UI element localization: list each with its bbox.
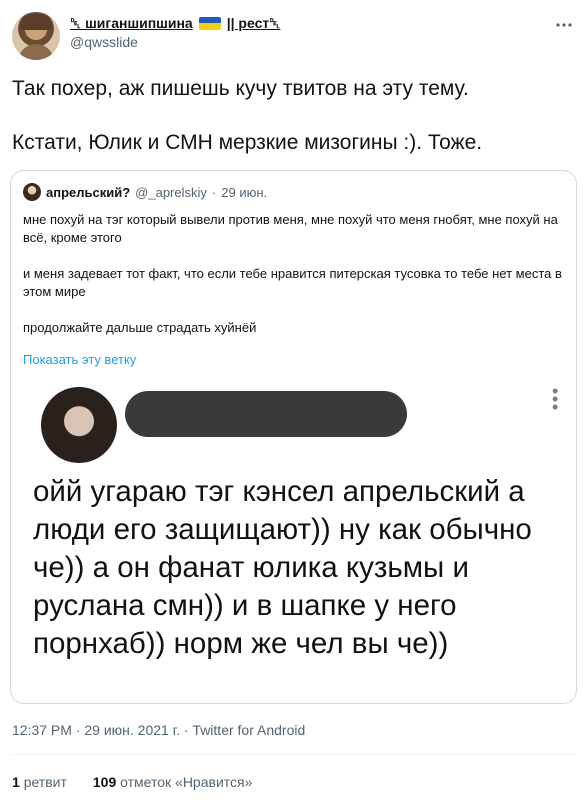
quoted-para-2: и меня задевает тот факт, что если тебе … [23,266,562,299]
author-handle[interactable]: @qwsslide [70,34,280,50]
quoted-tweet-date: 29 июн. [221,184,268,200]
tweet-line-2: Кстати, Юлик и СМН мерзкие мизогины :). … [12,131,483,154]
quoted-author-handle: @_aprelskiy [135,184,207,200]
likes-count: 109 [92,774,117,790]
retweets-stat[interactable]: 1 ретвит [12,774,67,790]
tweet-line-1: Так похер, аж пишешь кучу твитов на эту … [12,77,469,100]
quoted-tweet[interactable]: апрельский? @_aprelskiy · 29 июн. мне по… [10,170,577,704]
avatar-hat-shape [20,14,52,30]
quoted-tweet-body: мне похуй на тэг который вывели против м… [23,211,563,355]
author-name-suffix: || рест␡ [226,15,281,31]
screenshot-avatar [41,387,117,463]
ukraine-flag-icon [198,16,221,30]
screenshot-menu-icon: • • • [552,381,559,417]
author-name-prefix: ␡ шиганшипшина [70,15,193,31]
author-block: ␡ шиганшипшина || рест␡ @qwsslide [70,14,280,50]
divider [12,754,575,755]
quoted-para-1: мне похуй на тэг который вывели против м… [23,212,558,245]
retweets-count: 1 [12,774,20,790]
tweet-stats: 1 ретвит 109 отметок «Нравится» [12,774,252,790]
tweet-timestamp[interactable]: 12:37 PM · 29 июн. 2021 г. · Twitter for… [12,722,305,738]
author-avatar[interactable] [12,12,60,60]
screenshot-text: ойй угараю тэг кэнсел апрельский а люди … [33,475,532,660]
likes-label: отметок «Нравится» [120,774,253,790]
quoted-tweet-header: апрельский? @_aprelskiy · 29 июн. [23,183,267,201]
quoted-author-name: апрельский? [46,184,131,200]
author-name[interactable]: ␡ шиганшипшина || рест␡ [70,14,280,32]
quoted-screenshot-image[interactable]: • • • ойй угараю тэг кэнсел апрельский а л… [25,381,562,703]
redacted-name-bar [125,391,407,437]
more-options-icon[interactable] [555,16,573,39]
avatar-body-shape [18,44,54,60]
show-thread-link[interactable]: Показать эту ветку [23,352,136,367]
quoted-author-avatar [23,183,41,201]
quoted-meta-separator: · [211,184,217,200]
tweet-text: Так похер, аж пишешь кучу твитов на эту … [12,75,572,183]
retweets-label: ретвит [23,774,67,790]
likes-stat[interactable]: 109 отметок «Нравится» [93,774,253,790]
quoted-para-3: продолжайте дальше страдать хуйнёй [23,320,257,335]
